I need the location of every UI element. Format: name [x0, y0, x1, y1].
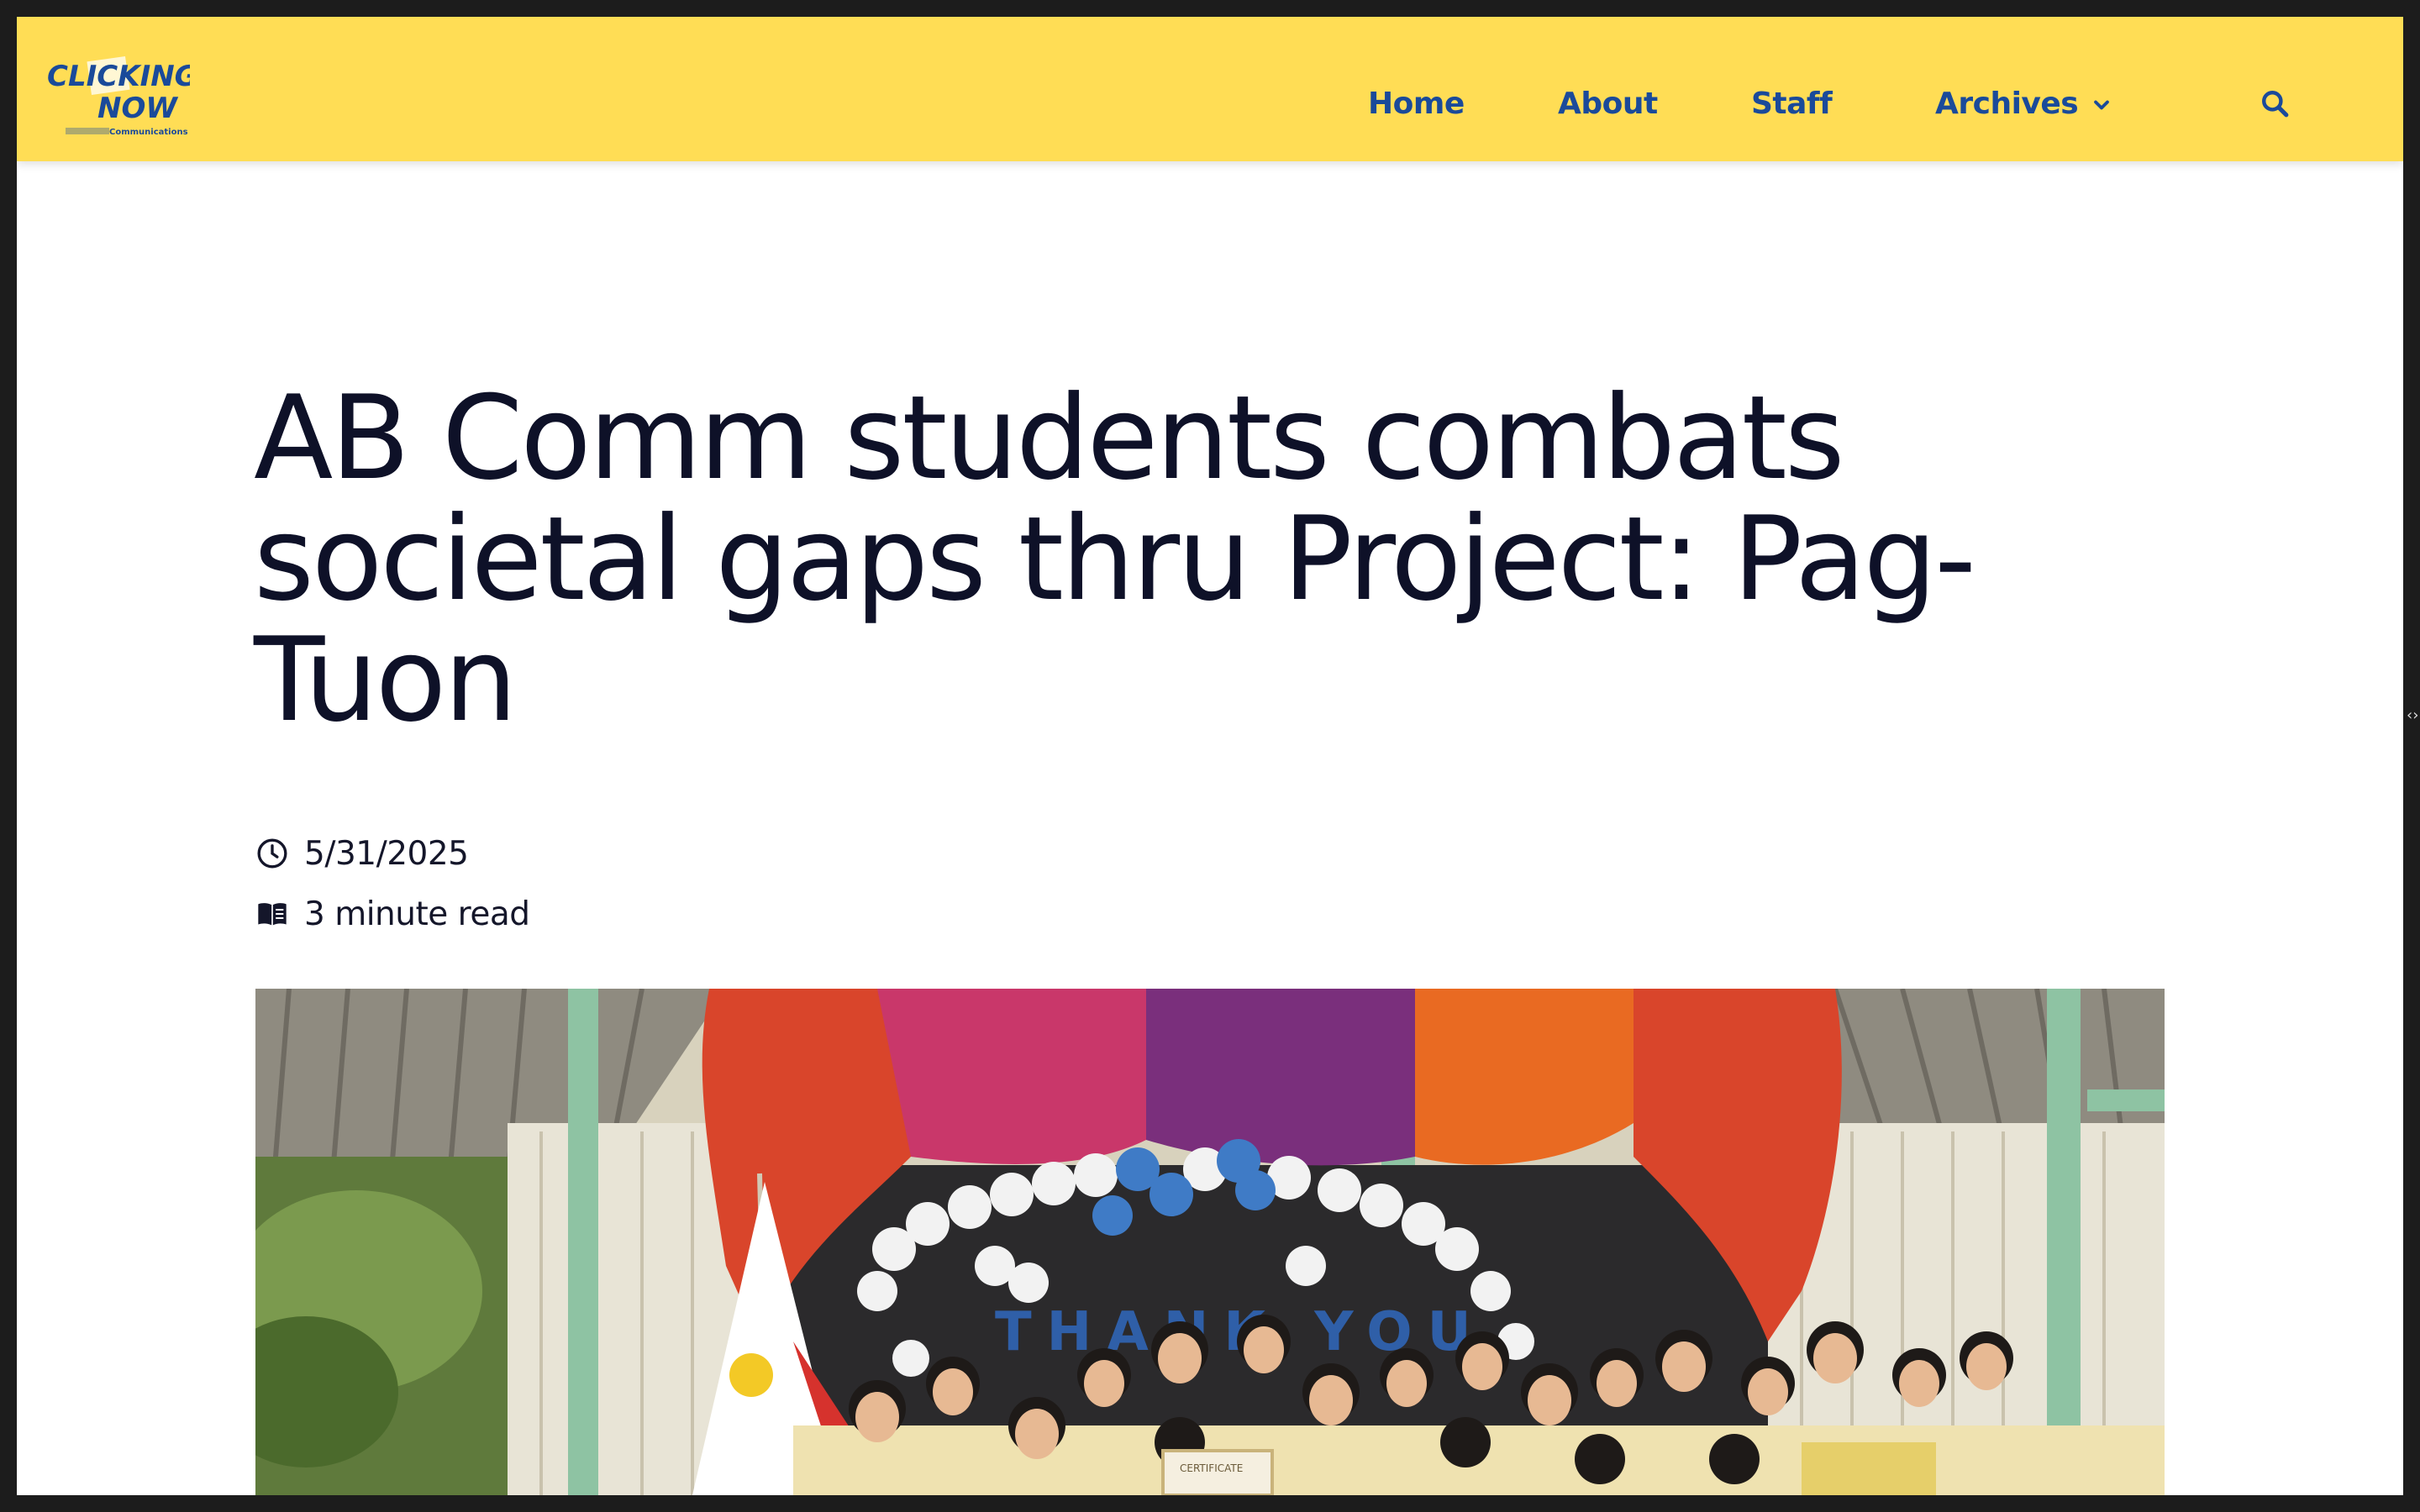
- article-read-time: 3 minute read: [255, 894, 530, 934]
- article-title: AB Comm students combats societal gaps t…: [254, 370, 1976, 748]
- article-read-time-text: 3 minute read: [304, 895, 530, 933]
- article-date: 5/31/2025: [255, 833, 469, 874]
- hero-image[interactable]: THANK YOU CERTIFICATE: [255, 989, 2165, 1495]
- search-button[interactable]: [2257, 86, 2294, 123]
- nav-home[interactable]: Home: [1368, 81, 1465, 128]
- site-header: CLICKING NOW Communications Home About S…: [17, 17, 2403, 161]
- nav-about[interactable]: About: [1558, 81, 1658, 128]
- book-icon: [255, 897, 289, 931]
- nav-archives-label: Archives: [1935, 87, 2079, 121]
- article-date-text: 5/31/2025: [304, 834, 469, 873]
- clock-icon: [255, 837, 289, 870]
- nav-staff[interactable]: Staff: [1751, 81, 1833, 128]
- nav-archives[interactable]: Archives: [1935, 81, 2113, 128]
- resize-handle[interactable]: ‹›: [2407, 706, 2418, 726]
- browser-window: CLICKING NOW Communications Home About S…: [17, 17, 2403, 1495]
- chevron-down-icon: [2090, 93, 2113, 117]
- hero-certificate-text: CERTIFICATE: [1180, 1462, 1243, 1474]
- group-photo: THANK YOU CERTIFICATE: [255, 989, 2165, 1495]
- search-icon: [2262, 91, 2289, 118]
- main-nav: Home About Staff Archives: [17, 17, 2403, 161]
